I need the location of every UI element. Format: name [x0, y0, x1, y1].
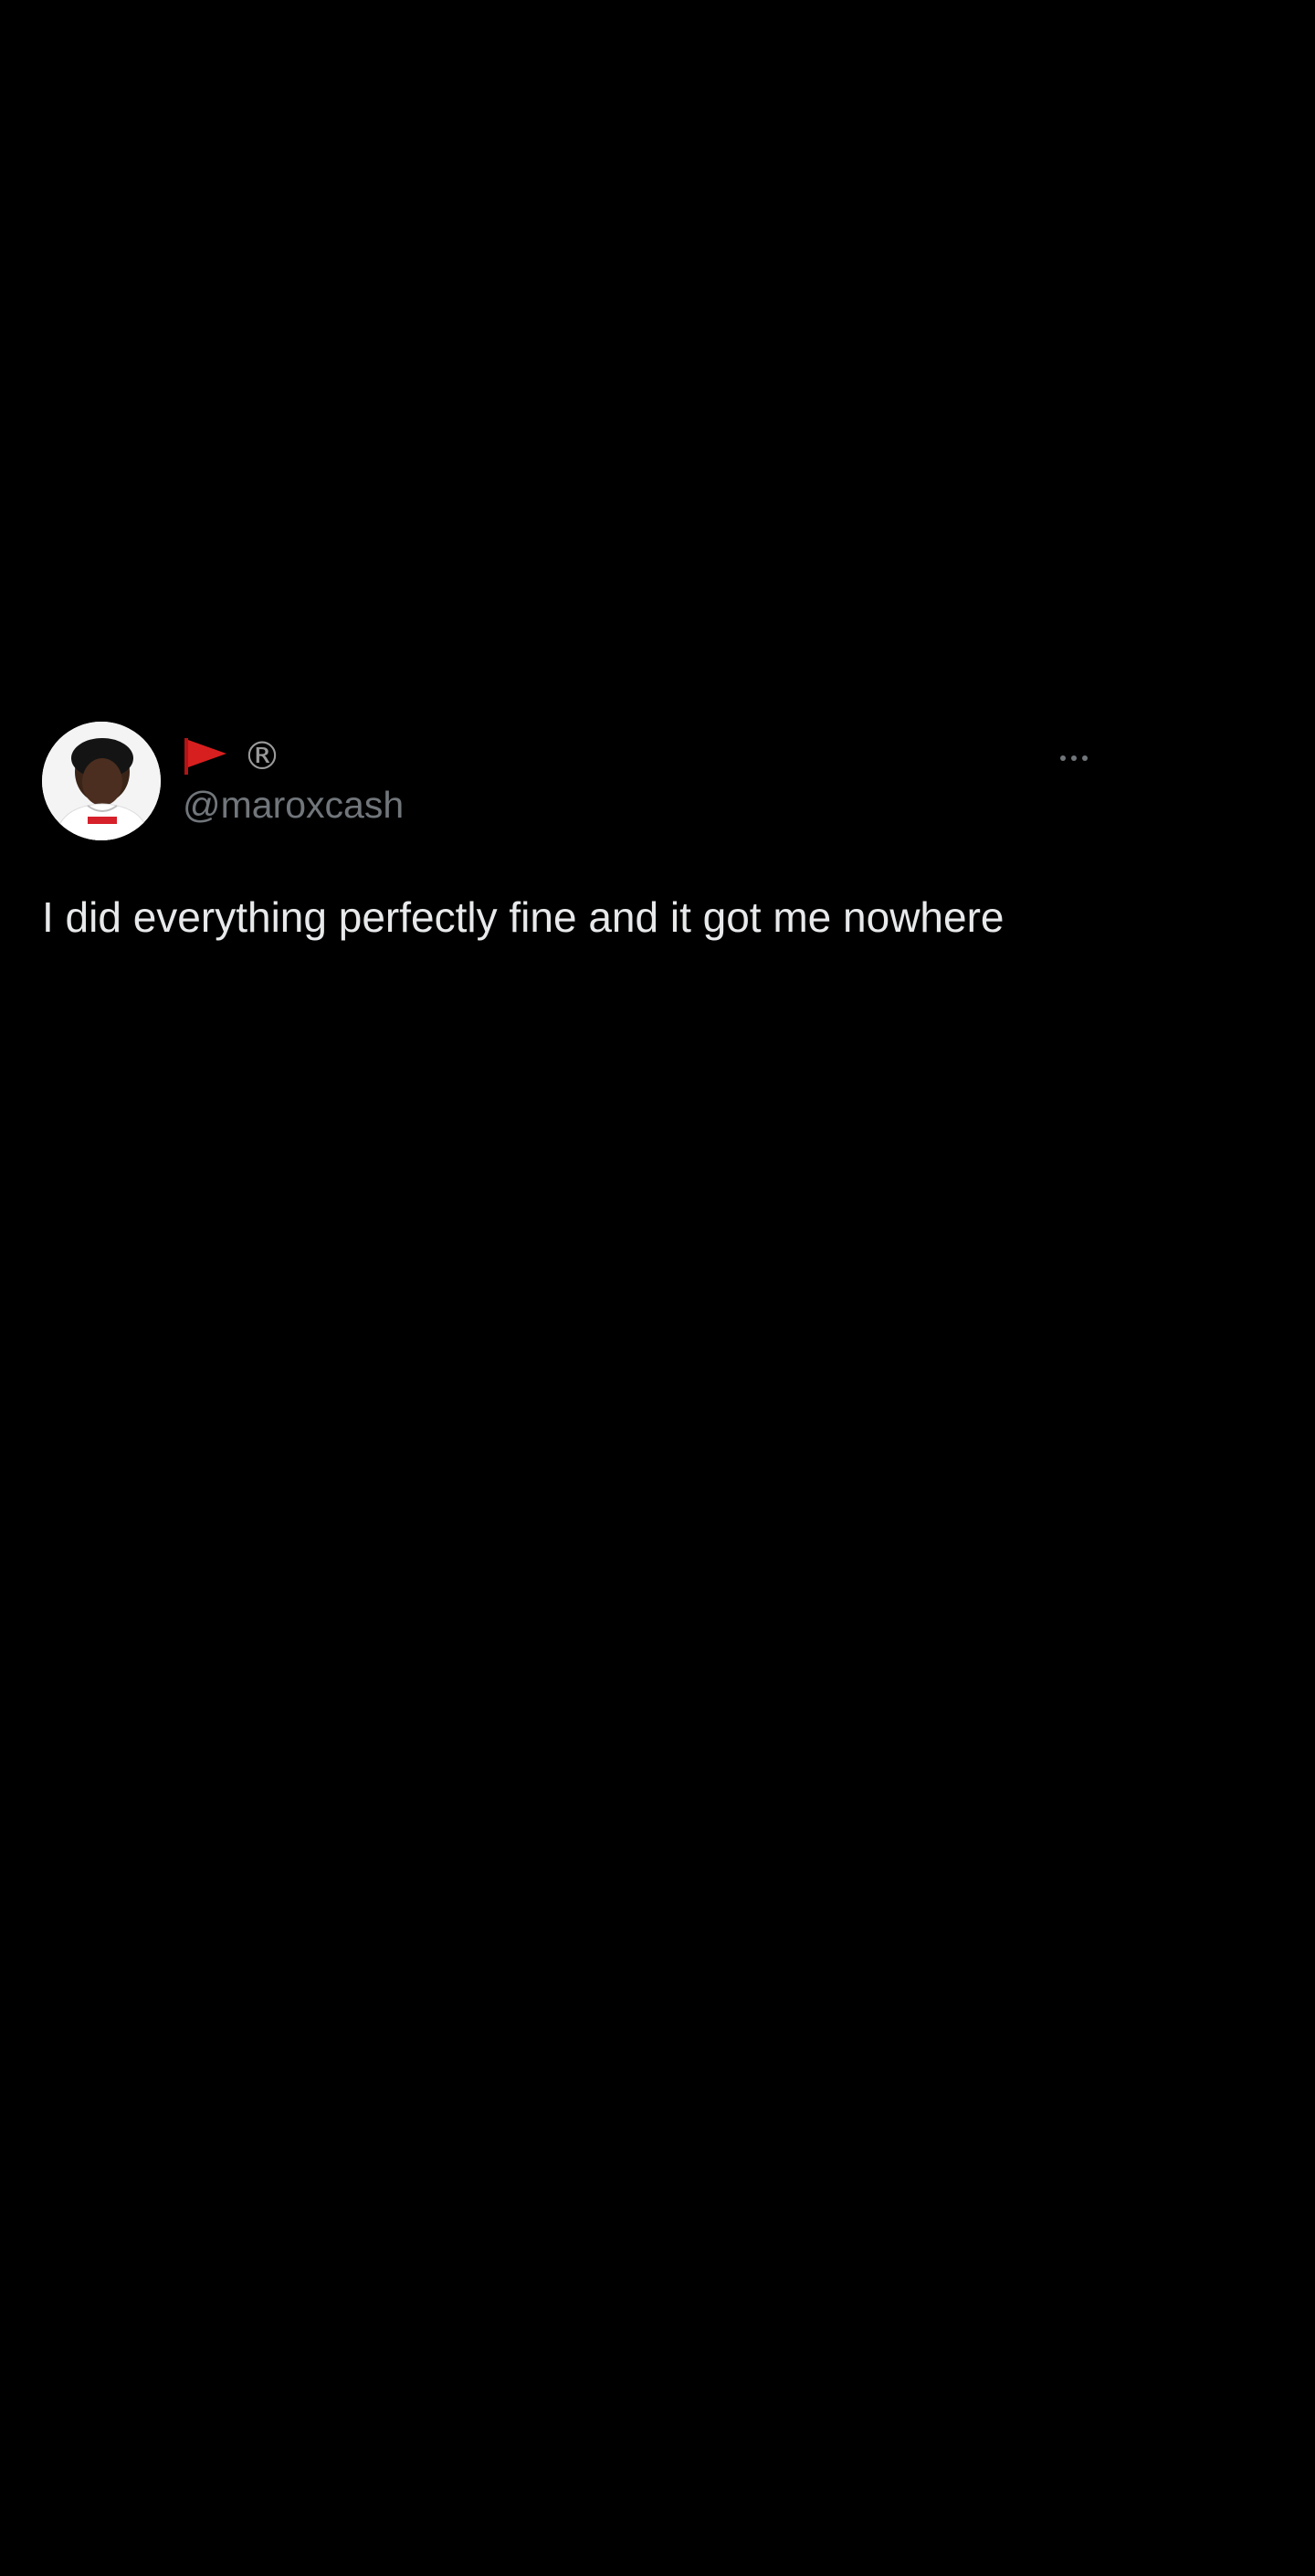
more-options-icon-dot — [1071, 755, 1077, 761]
more-options-icon-dot — [1082, 755, 1088, 761]
author-info: ® @maroxcash — [183, 734, 404, 829]
profile-avatar[interactable] — [42, 722, 161, 840]
author-handle[interactable]: @maroxcash — [183, 780, 404, 829]
more-options-button[interactable] — [1047, 740, 1101, 776]
tweet-card: ® @maroxcash I did everything perfectly … — [42, 722, 1092, 945]
profile-avatar-icon — [42, 722, 161, 840]
red-flag-icon — [183, 736, 230, 776]
more-options-icon — [1060, 755, 1066, 761]
tweet-header: ® @maroxcash — [42, 722, 1092, 842]
registered-icon: ® — [243, 734, 281, 778]
tweet-text: I did everything perfectly fine and it g… — [42, 893, 1005, 941]
display-name[interactable]: ® — [183, 734, 404, 778]
